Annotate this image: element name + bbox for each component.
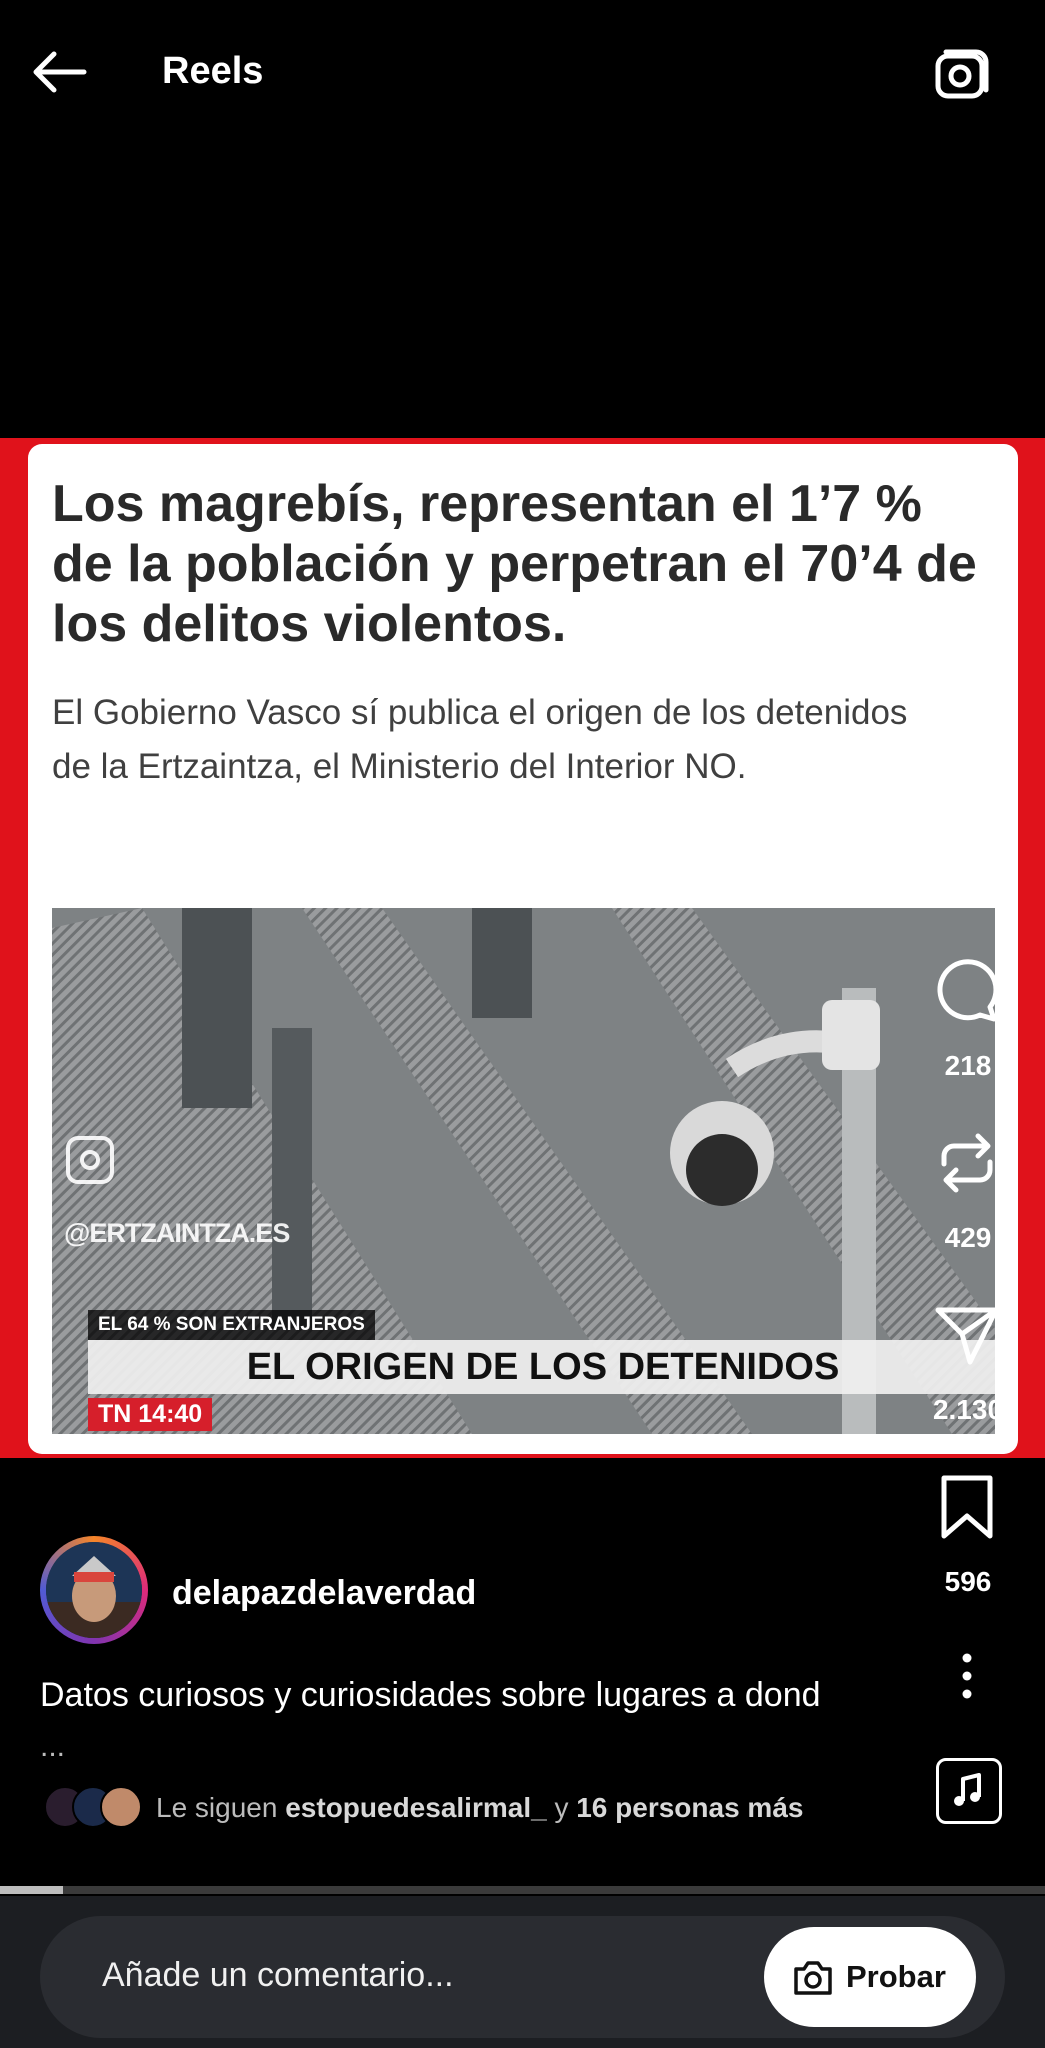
video-watermark: @ERTZAINTZA.ES bbox=[64, 1218, 290, 1248]
post-card: Los magrebís, representan el 1’7 % de la… bbox=[28, 444, 1018, 1454]
playback-progress-fill bbox=[0, 1886, 63, 1894]
playback-progress-bar[interactable] bbox=[0, 1886, 1045, 1894]
followed-by-text[interactable]: Le siguen estopuedesalirmal_ y 16 person… bbox=[156, 1792, 803, 1824]
followed-by-suffix-y: y bbox=[554, 1792, 569, 1823]
try-camera-button[interactable]: Probar bbox=[764, 1927, 976, 2027]
camera-icon bbox=[794, 1961, 832, 1995]
comment-input[interactable]: Añade un comentario... Probar bbox=[40, 1916, 1005, 2038]
more-options-icon[interactable] bbox=[952, 1652, 982, 1700]
video-caption: EL ORIGEN DE LOS DETENIDOS bbox=[88, 1340, 995, 1394]
repost-count: 429 bbox=[944, 1222, 992, 1253]
like-heart-icon[interactable] bbox=[932, 784, 1002, 854]
share-count: 2.130 bbox=[932, 1394, 1004, 1425]
music-note-icon bbox=[954, 1773, 981, 1806]
instagram-watermark-icon bbox=[66, 1136, 114, 1184]
caption-more[interactable]: ... bbox=[40, 1730, 65, 1764]
audio-track-button[interactable] bbox=[936, 1758, 1002, 1824]
comment-placeholder: Añade un comentario... bbox=[102, 1956, 454, 1994]
bookmark-icon[interactable] bbox=[932, 1472, 1002, 1542]
followed-by-count: 16 personas más bbox=[576, 1792, 804, 1823]
post-subtext: El Gobierno Vasco sí publica el origen d… bbox=[52, 693, 908, 786]
post-headline: Los magrebís, representan el 1’7 % de la… bbox=[52, 475, 977, 653]
followed-by-prefix: Le siguen bbox=[156, 1792, 278, 1823]
followed-by-user[interactable]: estopuedesalirmal_ bbox=[285, 1792, 546, 1823]
author-username[interactable]: delapazdelaverdad bbox=[172, 1574, 476, 1613]
share-send-icon[interactable] bbox=[932, 1300, 1002, 1370]
comment-bubble-icon[interactable] bbox=[932, 955, 1002, 1025]
camera-icon[interactable] bbox=[930, 44, 994, 108]
repost-icon[interactable] bbox=[932, 1128, 1002, 1198]
try-button-label: Probar bbox=[846, 1959, 946, 1994]
comment-count: 218 bbox=[944, 1050, 992, 1081]
post-caption[interactable]: Datos curiosos y curiosidades sobre luga… bbox=[40, 1676, 821, 1715]
video-subcaption: EL 64 % SON EXTRANJEROS bbox=[88, 1310, 375, 1340]
comment-bar: Añade un comentario... Probar bbox=[0, 1896, 1045, 2048]
page-title: Reels bbox=[162, 50, 264, 92]
like-count: 2.770 bbox=[932, 878, 1004, 909]
back-arrow-icon[interactable] bbox=[28, 48, 92, 96]
news-photo: @ERTZAINTZA.ES EL 64 % SON EXTRANJEROS E… bbox=[52, 908, 995, 1434]
author-avatar[interactable] bbox=[40, 1536, 148, 1644]
save-count: 596 bbox=[944, 1566, 992, 1597]
video-timestamp: TN 14:40 bbox=[88, 1398, 213, 1431]
